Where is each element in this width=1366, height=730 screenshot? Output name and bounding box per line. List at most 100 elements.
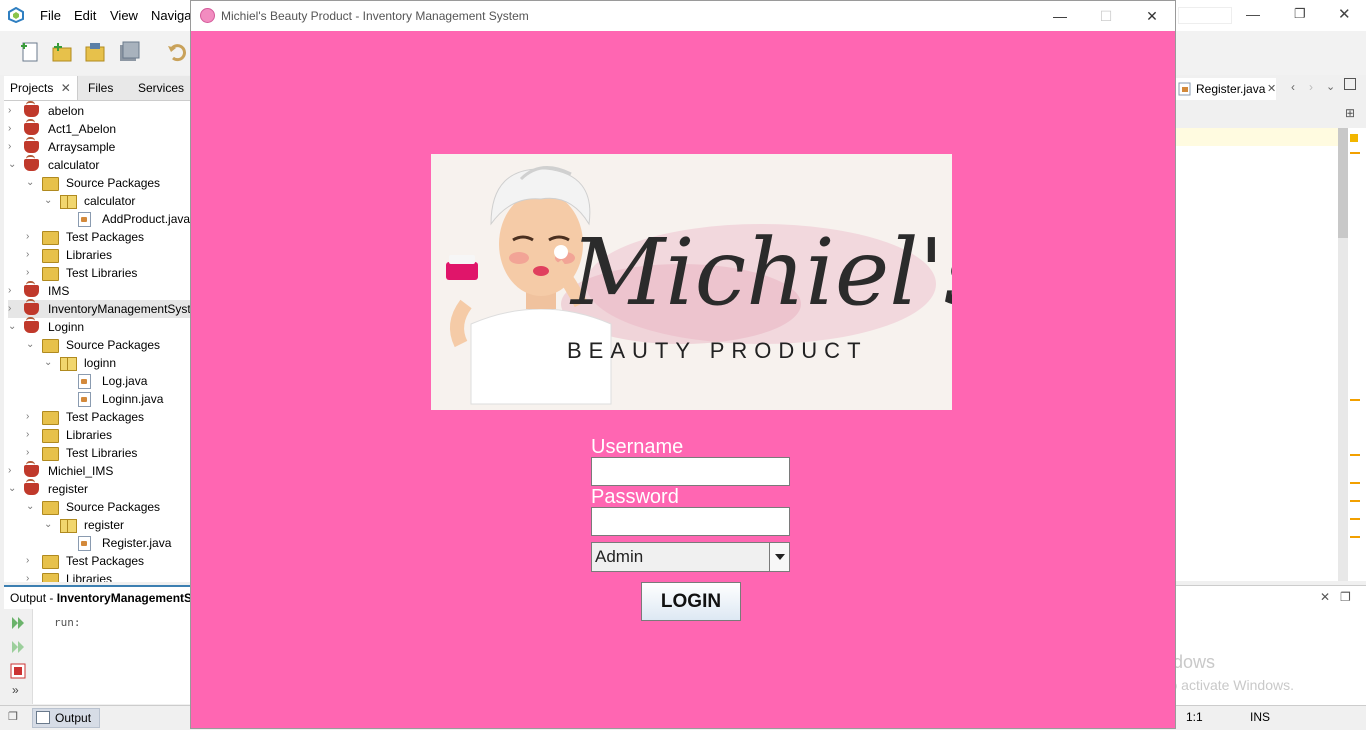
tree-item[interactable]: › Test Packages <box>8 228 190 246</box>
tree-item[interactable]: › Act1_Abelon <box>8 119 190 138</box>
tree-item[interactable]: › abelon <box>8 101 190 120</box>
menu-view[interactable]: View <box>110 8 138 23</box>
tree-item[interactable]: › Test Libraries <box>8 264 190 282</box>
error-stripe-mark[interactable] <box>1350 500 1360 502</box>
expand-toggle-icon[interactable]: › <box>26 246 38 264</box>
tree-item[interactable]: › Michiel_IMS <box>8 461 190 480</box>
tree-item[interactable]: › Libraries <box>8 426 190 444</box>
expand-toggle-icon[interactable]: › <box>8 300 20 318</box>
tree-item[interactable]: › Test Packages <box>8 408 190 426</box>
tree-item[interactable]: ⌄ calculator <box>8 155 190 174</box>
tree-item[interactable]: ⌄ Source Packages <box>8 498 190 516</box>
warning-marker-icon[interactable] <box>1350 134 1358 142</box>
tree-item[interactable]: ⌄ loginn <box>8 354 190 372</box>
expand-toggle-icon[interactable]: ⌄ <box>26 498 38 516</box>
tree-item[interactable]: › Test Packages <box>8 552 190 570</box>
rerun-icon[interactable] <box>10 615 26 631</box>
expand-toggle-icon[interactable]: ⌄ <box>8 480 20 498</box>
tree-item[interactable]: ⌄ Source Packages <box>8 174 190 192</box>
tree-item[interactable]: Log.java <box>8 372 190 390</box>
scroll-tabs-left-icon[interactable]: ‹ <box>1291 80 1295 94</box>
new-project-icon[interactable] <box>50 40 74 64</box>
stop-icon[interactable] <box>10 663 26 679</box>
close-icon[interactable]: ✕ <box>1129 1 1175 31</box>
tab-projects[interactable]: Projects ✕ <box>4 76 78 100</box>
error-stripe-mark[interactable] <box>1350 482 1360 484</box>
tree-item[interactable]: ⌄ register <box>8 479 190 498</box>
error-stripe-mark[interactable] <box>1350 518 1360 520</box>
password-input[interactable] <box>591 507 790 536</box>
expand-toggle-icon[interactable]: ⌄ <box>8 156 20 174</box>
expand-toggle-icon[interactable]: › <box>8 120 20 138</box>
role-select[interactable]: Admin <box>591 542 790 572</box>
expand-toggle-icon[interactable]: › <box>26 228 38 246</box>
error-stripe-mark[interactable] <box>1350 152 1360 154</box>
tree-item[interactable]: › Libraries <box>8 570 190 582</box>
expand-toggle-icon[interactable]: ⌄ <box>26 174 38 192</box>
undo-icon[interactable] <box>165 40 189 64</box>
tree-item[interactable]: › InventoryManagementSyst <box>8 299 190 318</box>
expand-toggle-icon[interactable]: › <box>8 282 20 300</box>
error-stripe-mark[interactable] <box>1350 536 1360 538</box>
expand-toggle-icon[interactable]: › <box>8 462 20 480</box>
tree-item[interactable]: Loginn.java <box>8 390 190 408</box>
ide-search-box[interactable] <box>1178 7 1232 24</box>
tree-item[interactable]: ⌄ Loginn <box>8 317 190 336</box>
expand-toggle-icon[interactable]: ⌄ <box>44 354 56 372</box>
ide-minimize-icon[interactable]: — <box>1246 6 1260 22</box>
ide-restore-icon[interactable]: ❐ <box>1294 6 1306 22</box>
rerun-with-params-icon[interactable] <box>10 639 26 655</box>
error-stripe-mark[interactable] <box>1350 399 1360 401</box>
tree-item[interactable]: › Arraysample <box>8 137 190 156</box>
close-output-icon[interactable]: ✕ <box>1320 590 1330 604</box>
error-stripe-mark[interactable] <box>1350 454 1360 456</box>
open-project-icon[interactable] <box>83 40 107 64</box>
tree-item[interactable]: › IMS <box>8 281 190 300</box>
split-editor-icon[interactable]: ⊞ <box>1345 106 1355 120</box>
menu-navigate[interactable]: Navigat <box>151 8 195 23</box>
expand-toggle-icon[interactable]: ⌄ <box>44 516 56 534</box>
expand-toggle-icon[interactable]: › <box>26 444 38 462</box>
tree-item[interactable]: ⌄ Source Packages <box>8 336 190 354</box>
tab-files[interactable]: Files <box>82 76 119 100</box>
expand-toggle-icon[interactable]: › <box>26 264 38 282</box>
username-input[interactable] <box>591 457 790 486</box>
tree-item[interactable]: ⌄ register <box>8 516 190 534</box>
tree-item[interactable]: ⌄ calculator <box>8 192 190 210</box>
tree-item[interactable]: › Libraries <box>8 246 190 264</box>
editor-tab-register[interactable]: Register.java ✕ <box>1176 78 1276 100</box>
restore-output-icon[interactable]: ❐ <box>1340 590 1351 604</box>
editor-scrollbar-thumb[interactable] <box>1338 128 1348 238</box>
new-file-icon[interactable] <box>18 40 42 64</box>
save-all-icon[interactable] <box>117 40 141 64</box>
ide-close-icon[interactable]: ✕ <box>1338 5 1351 23</box>
scroll-tabs-right-icon[interactable]: › <box>1309 80 1313 94</box>
minimize-icon[interactable]: — <box>1037 1 1083 31</box>
editor-text[interactable] <box>1176 128 1338 581</box>
tree-item-label: calculator <box>84 194 136 208</box>
expand-toggle-icon[interactable]: › <box>26 570 38 582</box>
expand-toggle-icon[interactable]: ⌄ <box>8 318 20 336</box>
expand-toggle-icon[interactable]: › <box>8 102 20 120</box>
more-icon[interactable]: » <box>12 683 19 697</box>
tree-item[interactable]: Register.java <box>8 534 190 552</box>
maximize-editor-icon[interactable] <box>1344 78 1356 90</box>
tab-services[interactable]: Services <box>132 76 190 100</box>
login-button[interactable]: LOGIN <box>641 582 741 621</box>
expand-toggle-icon[interactable]: › <box>8 138 20 156</box>
status-output-tab[interactable]: Output <box>32 708 100 728</box>
expand-toggle-icon[interactable]: › <box>26 426 38 444</box>
tree-item[interactable]: AddProduct.java <box>8 210 190 228</box>
expand-toggle-icon[interactable]: › <box>26 552 38 570</box>
expand-toggle-icon[interactable]: ⌄ <box>26 336 38 354</box>
tree-item[interactable]: › Test Libraries <box>8 444 190 462</box>
expand-toggle-icon[interactable]: › <box>26 408 38 426</box>
menu-file[interactable]: File <box>40 8 61 23</box>
close-tab-icon[interactable]: ✕ <box>61 81 71 95</box>
close-editor-tab-icon[interactable]: ✕ <box>1267 82 1276 95</box>
restore-window-icon[interactable]: ❐ <box>8 710 18 723</box>
menu-edit[interactable]: Edit <box>74 8 96 23</box>
chevron-down-icon[interactable] <box>769 543 789 571</box>
tab-list-icon[interactable]: ⌄ <box>1326 80 1335 93</box>
expand-toggle-icon[interactable]: ⌄ <box>44 192 56 210</box>
